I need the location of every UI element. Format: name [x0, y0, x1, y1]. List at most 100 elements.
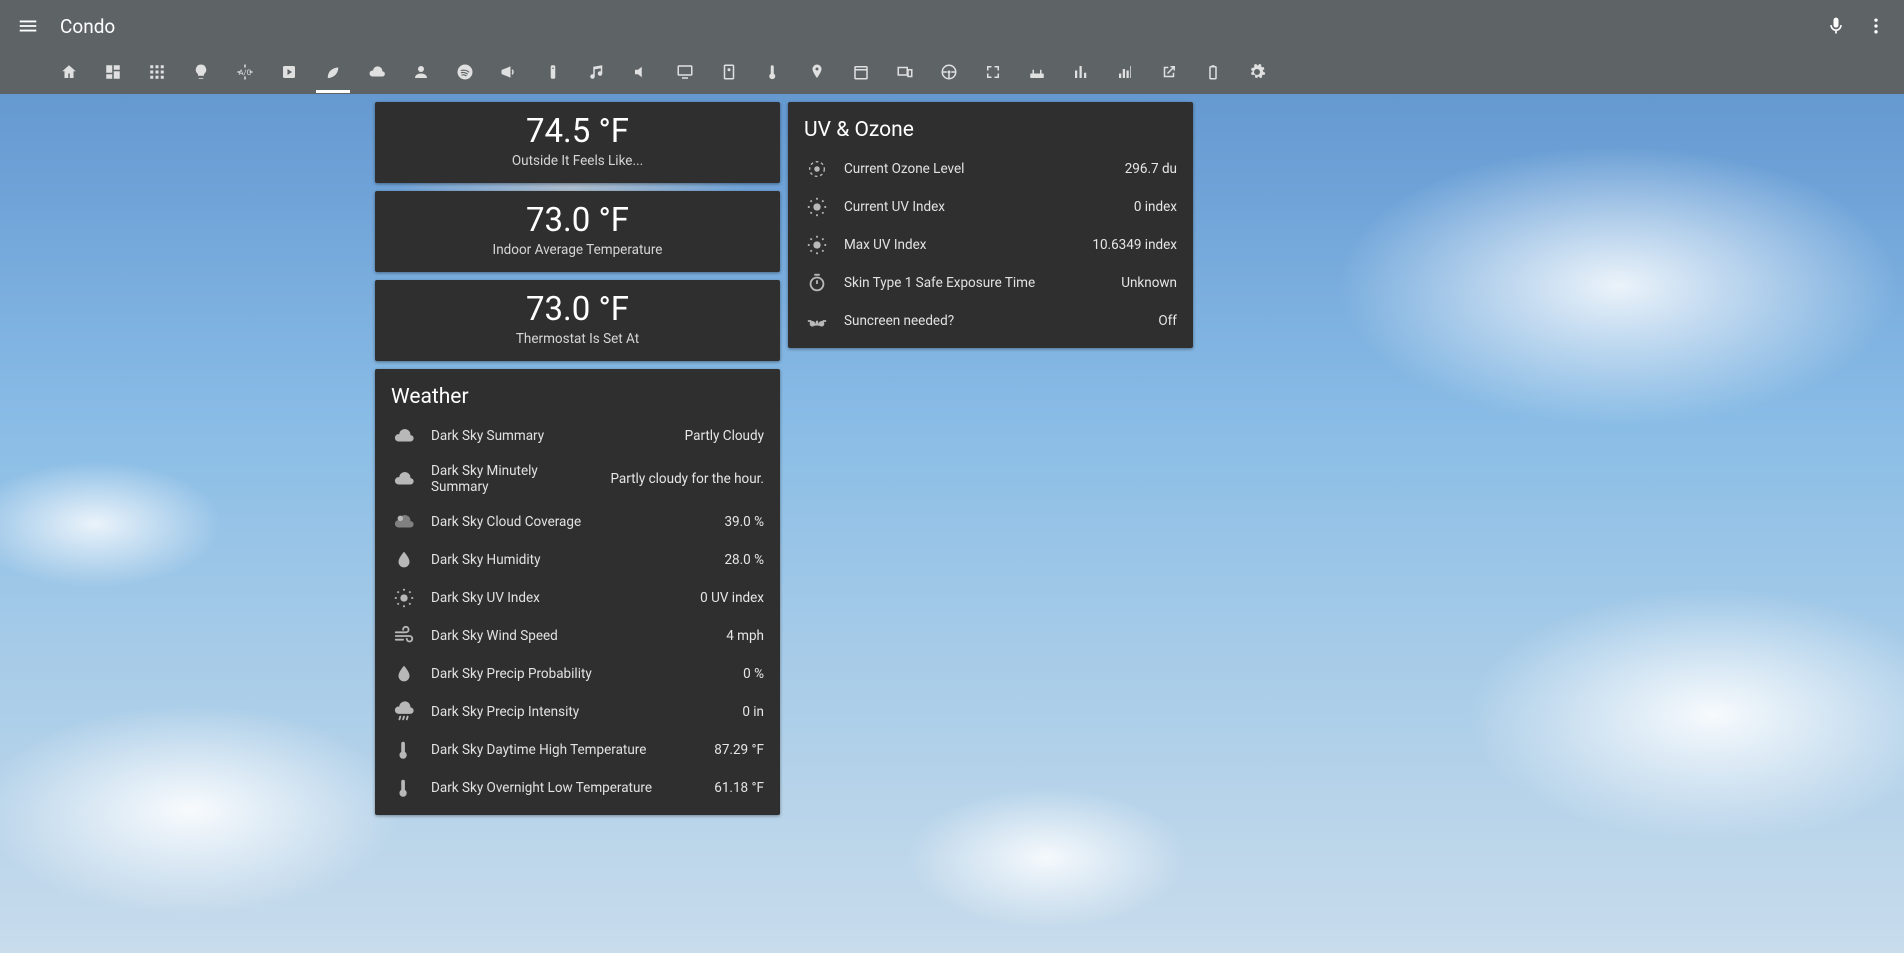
- sensor-outside-feels-like[interactable]: 74.5 °F Outside It Feels Like...: [375, 102, 780, 183]
- tab-remote[interactable]: [542, 55, 564, 91]
- tab-steering[interactable]: [938, 55, 960, 91]
- sun-icon: [804, 196, 830, 218]
- uv-row[interactable]: Max UV Index 10.6349 index: [788, 226, 1193, 264]
- tab-fullscreen[interactable]: [982, 55, 1004, 91]
- cloud-icon: [391, 425, 417, 447]
- tab-gear[interactable]: [1246, 55, 1268, 91]
- sun-icon: [391, 587, 417, 609]
- tab-leaf[interactable]: [322, 55, 344, 91]
- home-icon: [60, 63, 78, 81]
- chart-icon: [1116, 63, 1134, 81]
- sensor-label: Indoor Average Temperature: [391, 242, 764, 258]
- cloud-icon: [391, 468, 417, 490]
- uv-row[interactable]: Current UV Index 0 index: [788, 188, 1193, 226]
- tab-openlink[interactable]: [1158, 55, 1180, 91]
- weather-row[interactable]: Dark Sky Humidity 28.0 %: [375, 541, 780, 579]
- weather-row[interactable]: Dark Sky Precip Probability 0 %: [375, 655, 780, 693]
- sensor-label: Thermostat Is Set At: [391, 331, 764, 347]
- tab-cloud[interactable]: [366, 55, 388, 91]
- droplet-icon: [391, 663, 417, 685]
- row-label: Dark Sky Precip Probability: [431, 666, 729, 682]
- row-value: 0 UV index: [700, 590, 764, 606]
- weather-row[interactable]: Dark Sky Precip Intensity 0 in: [375, 693, 780, 731]
- uv-ozone-card: UV & Ozone Current Ozone Level 296.7 du …: [788, 102, 1193, 348]
- row-label: Max UV Index: [844, 237, 1078, 253]
- row-label: Dark Sky Wind Speed: [431, 628, 712, 644]
- overflow-button[interactable]: [1856, 6, 1896, 46]
- tab-thermometer[interactable]: [762, 55, 784, 91]
- voice-button[interactable]: [1816, 6, 1856, 46]
- tab-appliance[interactable]: [718, 55, 740, 91]
- weather-row[interactable]: Dark Sky Summary Partly Cloudy: [375, 417, 780, 455]
- tab-ac[interactable]: A/C: [234, 55, 256, 91]
- weather-row[interactable]: Dark Sky Wind Speed 4 mph: [375, 617, 780, 655]
- uv-row[interactable]: Skin Type 1 Safe Exposure Time Unknown: [788, 264, 1193, 302]
- menu-button[interactable]: [8, 6, 48, 46]
- tab-lightbulb[interactable]: [190, 55, 212, 91]
- dashboard-content: 74.5 °F Outside It Feels Like... 73.0 °F…: [0, 94, 1904, 815]
- tab-player[interactable]: [278, 55, 300, 91]
- row-value: Off: [1158, 313, 1177, 329]
- weather-row[interactable]: Dark Sky Daytime High Temperature 87.29 …: [375, 731, 780, 769]
- menu-icon: [17, 15, 39, 37]
- tab-home[interactable]: [58, 55, 80, 91]
- wind-icon: [391, 625, 417, 647]
- row-value: 10.6349 index: [1092, 237, 1177, 253]
- row-label: Suncreen needed?: [844, 313, 1144, 329]
- row-label: Dark Sky Humidity: [431, 552, 710, 568]
- tab-router[interactable]: [1026, 55, 1048, 91]
- sensor-thermostat-set[interactable]: 73.0 °F Thermostat Is Set At: [375, 280, 780, 361]
- dots-vertical-icon: [1866, 16, 1886, 36]
- row-value: 4 mph: [726, 628, 764, 644]
- tab-calendar[interactable]: [850, 55, 872, 91]
- tab-stats[interactable]: [1070, 55, 1092, 91]
- row-value: 0 index: [1134, 199, 1177, 215]
- sensor-value: 74.5 °F: [391, 112, 764, 151]
- appliance-icon: [720, 63, 738, 81]
- tab-grid[interactable]: [146, 55, 168, 91]
- uv-row[interactable]: Current Ozone Level 296.7 du: [788, 150, 1193, 188]
- microphone-icon: [1826, 16, 1846, 36]
- uv-row[interactable]: Suncreen needed? Off: [788, 302, 1193, 340]
- tab-dashboard[interactable]: [102, 55, 124, 91]
- weather-row[interactable]: Dark Sky Overnight Low Temperature 61.18…: [375, 769, 780, 807]
- row-label: Skin Type 1 Safe Exposure Time: [844, 275, 1107, 291]
- tab-devices[interactable]: [894, 55, 916, 91]
- tab-chart[interactable]: [1114, 55, 1136, 91]
- monitor-icon: [676, 63, 694, 81]
- remote-icon: [544, 63, 562, 81]
- row-value: 87.29 °F: [714, 742, 764, 758]
- glasses-icon: [804, 310, 830, 332]
- tab-spotify[interactable]: [454, 55, 476, 91]
- row-value: Partly Cloudy: [685, 428, 764, 444]
- calendar-icon: [852, 63, 870, 81]
- weather-row[interactable]: Dark Sky Cloud Coverage 39.0 %: [375, 503, 780, 541]
- tab-monitor[interactable]: [674, 55, 696, 91]
- lightbulb-icon: [192, 63, 210, 81]
- row-label: Dark Sky Overnight Low Temperature: [431, 780, 700, 796]
- row-label: Current Ozone Level: [844, 161, 1111, 177]
- row-value: 39.0 %: [724, 514, 764, 530]
- sensor-value: 73.0 °F: [391, 290, 764, 329]
- battery-icon: [1204, 63, 1222, 81]
- ozone-icon: [804, 158, 830, 180]
- tab-megaphone[interactable]: [498, 55, 520, 91]
- row-label: Dark Sky Summary: [431, 428, 671, 444]
- tab-person[interactable]: [410, 55, 432, 91]
- tab-volume[interactable]: [630, 55, 652, 91]
- dashboard-icon: [104, 63, 122, 81]
- stats-icon: [1072, 63, 1090, 81]
- row-label: Current UV Index: [844, 199, 1120, 215]
- tab-map[interactable]: [806, 55, 828, 91]
- tab-music[interactable]: [586, 55, 608, 91]
- weather-row[interactable]: Dark Sky Minutely Summary Partly cloudy …: [375, 455, 780, 503]
- row-value: 296.7 du: [1125, 161, 1177, 177]
- music-icon: [588, 63, 606, 81]
- megaphone-icon: [500, 63, 518, 81]
- row-value: 0 in: [742, 704, 764, 720]
- row-value: Unknown: [1121, 275, 1177, 291]
- sensor-value: 73.0 °F: [391, 201, 764, 240]
- sensor-indoor-average[interactable]: 73.0 °F Indoor Average Temperature: [375, 191, 780, 272]
- weather-row[interactable]: Dark Sky UV Index 0 UV index: [375, 579, 780, 617]
- tab-battery[interactable]: [1202, 55, 1224, 91]
